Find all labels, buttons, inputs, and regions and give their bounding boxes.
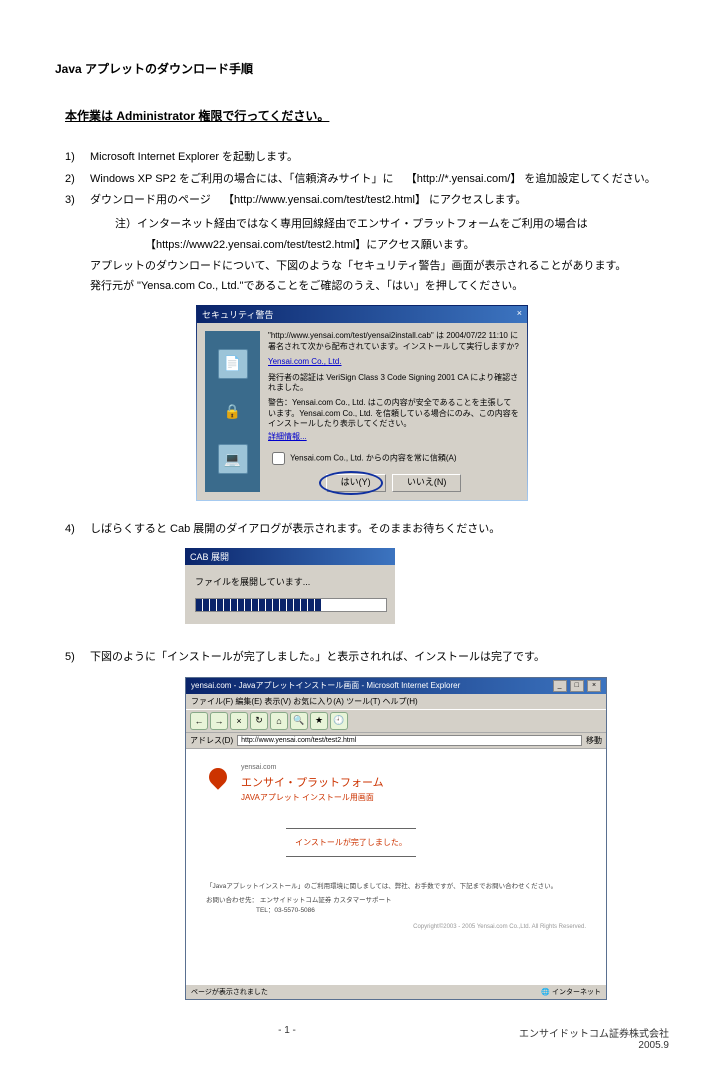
publisher-link[interactable]: Yensai.com Co., Ltd. [268,357,519,367]
status-right: 🌐 インターネット [541,987,601,997]
close-icon[interactable]: × [517,308,522,321]
step-number: 3) [65,192,90,210]
trust-checkbox[interactable] [272,452,285,465]
home-icon[interactable]: ⌂ [270,712,288,730]
lock-icon: 🔒 [224,403,241,420]
cab-message: ファイルを展開しています... [195,575,385,588]
note-text: 「Javaアプレットインストール」のご利用環境に関しましては、弊社、お手数ですが… [206,882,586,892]
step-3: 3) ダウンロード用のページ 【http://www.yensai.com/te… [65,192,669,210]
no-button[interactable]: いいえ(N) [392,474,462,492]
globe-doc-icon: 📄 [218,349,248,379]
step-number: 2) [65,171,90,189]
go-button[interactable]: 移動 [586,735,602,746]
browser-content: yensai.com エンサイ・プラットフォーム JAVAアプレット インストー… [186,749,606,984]
step-text: Microsoft Internet Explorer を起動します。 [90,149,669,167]
admin-note: 本作業は Administrator 権限で行ってください。 [65,107,669,124]
site-name: yensai.com [241,764,384,771]
computer-icon: 💻 [218,444,248,474]
checkbox-label: Yensai.com Co., Ltd. からの内容を常に信頼(A) [290,453,456,462]
step-text-a: ダウンロード用のページ [90,194,211,206]
step-text-b: 【http://www.yensai.com/test/test2.html】 … [223,194,526,206]
page-number: - 1 - [55,1025,519,1051]
cab-dialog: CAB 展開 ファイルを展開しています... [185,548,395,624]
refresh-icon[interactable]: ↻ [250,712,268,730]
history-icon[interactable]: 🕘 [330,712,348,730]
highlight-oval [319,471,383,495]
step3-sub2: 【https://www22.yensai.com/test/test2.htm… [145,235,669,256]
step-1: 1) Microsoft Internet Explorer を起動します。 [65,149,669,167]
dialog-icon-panel: 📄 🔒 💻 [205,331,260,491]
step3-line3: アプレットのダウンロードについて、下図のような「セキュリティ警告」画面が表示され… [90,256,669,277]
step3-sub1: 注）インターネット経由ではなく専用回線経由でエンサイ・プラットフォームをご利用の… [115,214,669,235]
browser-title: yensai.com - Javaアプレットインストール画面 - Microso… [191,680,460,692]
page-footer: - 1 - エンサイドットコム証券株式会社 2005.9 [55,1025,669,1051]
more-info-link[interactable]: 詳細情報... [268,432,519,442]
install-complete-message: インストールが完了しました。 [286,828,416,857]
progress-bar [195,598,387,612]
stop-icon[interactable]: × [230,712,248,730]
yensai-logo-icon [206,764,231,792]
status-left: ページが表示されました [191,987,268,997]
step-number: 5) [65,649,90,667]
favorites-icon[interactable]: ★ [310,712,328,730]
cab-dialog-title: CAB 展開 [185,548,395,565]
address-label: アドレス(D) [190,735,233,746]
contact-value: エンサイドットコム証券 カスタマーサポート [260,897,392,904]
step-number: 1) [65,149,90,167]
maximize-icon[interactable]: □ [570,680,584,692]
browser-addressbar: アドレス(D) http://www.yensai.com/test/test2… [186,733,606,749]
dialog-titlebar: セキュリティ警告 × [197,306,527,323]
step-text: Windows XP SP2 をご利用の場合には、「信頼済みサイト」に 【htt… [90,171,669,189]
close-icon[interactable]: × [587,680,601,692]
copyright: Copyright©2003 - 2005 Yensai.com Co.,Ltd… [206,924,586,930]
page-heading: エンサイ・プラットフォーム [241,774,384,790]
browser-titlebar: yensai.com - Javaアプレットインストール画面 - Microso… [186,678,606,694]
page-subheading: JAVAアプレット インストール用画面 [241,792,384,803]
step-text: しばらくすると Cab 展開のダイアログが表示されます。そのままお待ちください。 [90,521,669,539]
dialog-title: セキュリティ警告 [202,308,273,321]
step-4: 4) しばらくすると Cab 展開のダイアログが表示されます。そのままお待ちくだ… [65,521,669,539]
step-number: 4) [65,521,90,539]
dialog-text-3: 警告：Yensai.com Co., Ltd. はこの内容が安全であることを主張… [268,398,519,429]
browser-window: yensai.com - Javaアプレットインストール画面 - Microso… [185,677,607,1000]
step-5: 5) 下図のように「インストールが完了しました。」と表示されれば、インストールは… [65,649,669,667]
step3-line4: 発行元が "Yensa.com Co., Ltd."であることをご確認のうえ、「… [90,276,669,297]
browser-menubar[interactable]: ファイル(F) 編集(E) 表示(V) お気に入り(A) ツール(T) ヘルプ(… [186,694,606,710]
document-title: Java アプレットのダウンロード手順 [55,60,669,77]
forward-icon[interactable]: → [210,712,228,730]
dialog-text-2: 発行者の認証は VeriSign Class 3 Code Signing 20… [268,373,519,394]
dialog-text-1: "http://www.yensai.com/test/yensai2insta… [268,331,519,352]
step-2: 2) Windows XP SP2 をご利用の場合には、「信頼済みサイト」に 【… [65,171,669,189]
document-date: 2005.9 [519,1040,669,1051]
browser-statusbar: ページが表示されました 🌐 インターネット [186,984,606,999]
search-icon[interactable]: 🔍 [290,712,308,730]
company-name: エンサイドットコム証券株式会社 [519,1025,669,1040]
minimize-icon[interactable]: _ [553,680,567,692]
step-text: ダウンロード用のページ 【http://www.yensai.com/test/… [90,192,669,210]
browser-toolbar: ← → × ↻ ⌂ 🔍 ★ 🕘 [186,710,606,733]
step-text-a: Windows XP SP2 をご利用の場合には、「信頼済みサイト」に [90,173,394,185]
step-text: 下図のように「インストールが完了しました。」と表示されれば、インストールは完了で… [90,649,669,667]
address-input[interactable]: http://www.yensai.com/test/test2.html [237,735,582,746]
back-icon[interactable]: ← [190,712,208,730]
step-text-b: 【http://*.yensai.com/】 を追加設定してください。 [406,173,656,185]
contact-label: お問い合わせ先： [206,897,258,904]
security-dialog: セキュリティ警告 × 📄 🔒 💻 "http://www.yensai.com/… [196,305,528,500]
contact-tel: TEL：03-5570-5086 [256,906,586,916]
